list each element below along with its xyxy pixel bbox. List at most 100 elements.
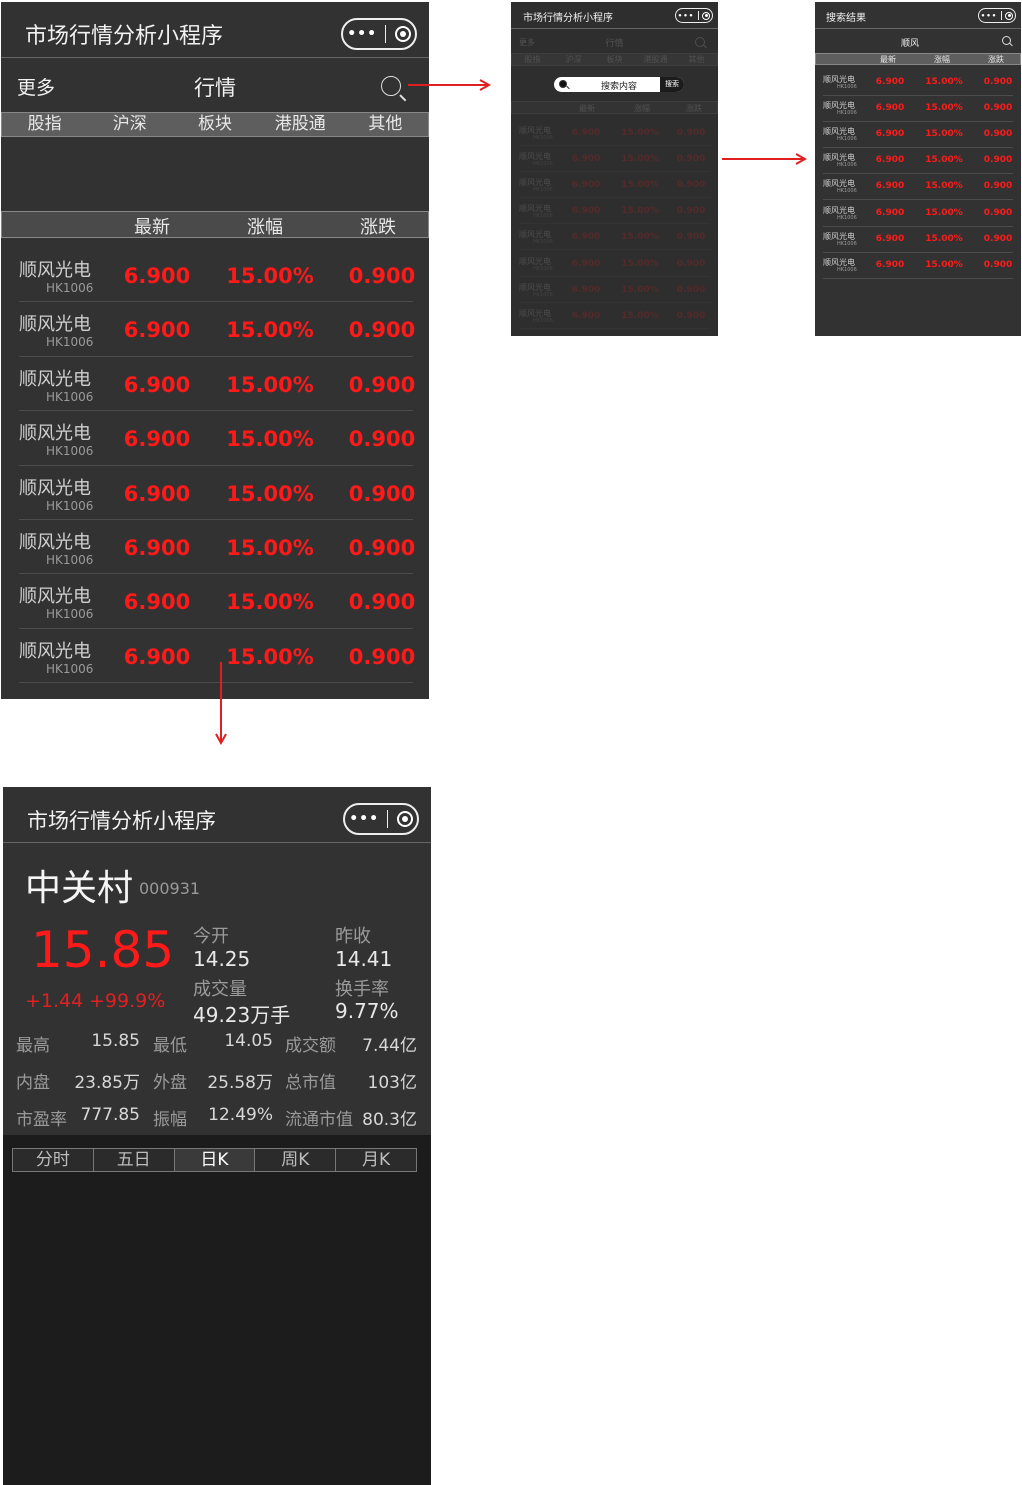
column-header: 最新 涨幅 涨跌 [1, 211, 429, 238]
col-change: 涨跌 [686, 104, 702, 113]
tab-index[interactable]: 股指 [2, 113, 87, 136]
nav-row: 更多 行情 [1, 58, 429, 112]
title-bar: 市场行情分析小程序 ••• [3, 787, 431, 843]
change-pct: 15.00% [621, 128, 659, 138]
change-pct: 15.00% [621, 154, 659, 165]
price-change: +1.44 [25, 990, 84, 1012]
stock-code: HK1006 [837, 84, 857, 90]
capsule-divider [697, 11, 699, 20]
change-pct: 15.00% [925, 259, 963, 270]
tab-shanghai-shenzhen[interactable]: 沪深 [87, 113, 172, 136]
col-change[interactable]: 涨跌 [338, 213, 418, 239]
search-query[interactable]: 顺风 [815, 36, 1005, 49]
tab-hk-connect[interactable]: 港股通 [258, 113, 343, 136]
stock-row[interactable]: 顺风光电 HK1006 6.900 15.00% 0.900 [1, 347, 429, 412]
search-input[interactable]: 搜索内容 [574, 79, 664, 92]
more-dots-icon[interactable]: ••• [347, 26, 377, 42]
mini-program-capsule[interactable]: ••• [343, 803, 419, 835]
more-dots-icon[interactable]: ••• [349, 811, 379, 827]
column-header: 最新 涨幅 涨跌 [815, 53, 1021, 65]
mini-program-capsule[interactable]: ••• [341, 18, 417, 50]
stock-row[interactable]: 顺风光电 HK1006 6.900 15.00% 0.900 [815, 144, 1021, 175]
stat-value: 7.44亿 [362, 1036, 417, 1056]
col-latest[interactable]: 最新 [868, 54, 908, 65]
stock-row[interactable]: 顺风光电 HK1006 6.900 15.00% 0.900 [511, 219, 718, 251]
close-circle-icon[interactable] [396, 811, 413, 827]
change-pct: 15.00% [621, 258, 659, 269]
prev-close-value: 14.41 [335, 947, 393, 971]
col-change-pct[interactable]: 涨幅 [922, 54, 962, 65]
col-latest[interactable]: 最新 [112, 213, 192, 239]
stock-row[interactable]: 顺风光电 HK1006 6.900 15.00% 0.900 [1, 619, 429, 684]
kline-tab[interactable]: 分时 [13, 1149, 94, 1171]
stock-row[interactable]: 顺风光电 HK1006 6.900 15.00% 0.900 [1, 292, 429, 357]
latest-price: 6.900 [123, 427, 191, 452]
stock-row[interactable]: 顺风光电 HK1006 6.900 15.00% 0.900 [1, 401, 429, 466]
latest-price: 6.900 [123, 481, 191, 506]
stock-row[interactable]: 顺风光电 HK1006 6.900 15.00% 0.900 [815, 170, 1021, 201]
change-amount: 0.900 [676, 128, 706, 138]
price-change-pct: +99.9% [89, 990, 166, 1012]
close-circle-icon[interactable] [702, 11, 711, 20]
latest-price: 6.900 [123, 536, 191, 560]
search-icon[interactable] [381, 76, 401, 96]
col-change[interactable]: 涨跌 [976, 54, 1016, 65]
stock-code: HK1006 [837, 240, 857, 247]
stock-row[interactable]: 顺风光电 HK1006 6.900 15.00% 0.900 [1, 564, 429, 629]
kline-tab[interactable]: 日K [174, 1149, 256, 1171]
close-circle-icon[interactable] [394, 26, 411, 42]
col-change-pct[interactable]: 涨幅 [225, 213, 305, 239]
close-circle-icon[interactable] [1005, 11, 1014, 20]
stock-code: HK1006 [533, 213, 553, 220]
stock-row[interactable]: 顺风光电 HK1006 6.900 15.00% 0.900 [511, 246, 718, 277]
stock-name: 顺风光电 [19, 314, 91, 336]
search-button[interactable]: 搜索 [660, 77, 684, 92]
volume-label: 成交量 [193, 979, 247, 1000]
mini-program-capsule[interactable]: ••• [978, 8, 1016, 23]
capsule-divider [1000, 11, 1002, 20]
change-amount: 0.900 [676, 180, 706, 191]
tab-other[interactable]: 其他 [343, 113, 428, 136]
kline-tab[interactable]: 月K [336, 1149, 416, 1171]
stock-row[interactable]: 顺风光电 HK1006 6.900 15.00% 0.900 [1, 510, 429, 575]
search-icon[interactable] [1002, 36, 1011, 45]
mini-program-capsule[interactable]: ••• [675, 8, 713, 23]
kline-tab[interactable]: 周K [255, 1149, 337, 1171]
stock-row[interactable]: 顺风光电 HK1006 6.900 15.00% 0.900 [511, 167, 718, 199]
more-dots-icon[interactable]: ••• [981, 12, 997, 20]
change-amount: 0.900 [676, 310, 706, 321]
tab-sector[interactable]: 板块 [172, 113, 257, 136]
stat-value: 15.85 [91, 1031, 140, 1051]
change-amount: 0.900 [348, 264, 416, 288]
stock-row[interactable]: 顺风光电 HK1006 6.900 15.00% 0.900 [511, 115, 718, 147]
column-header: 最新 涨幅 涨跌 [511, 101, 718, 114]
stock-row[interactable]: 顺风光电 HK1006 6.900 15.00% 0.900 [1, 456, 429, 520]
stock-code: HK1006 [837, 266, 857, 273]
stock-row[interactable]: 顺风光电 HK1006 6.900 15.00% 0.900 [511, 141, 718, 173]
title-bar: 市场行情分析小程序 ••• [1, 2, 429, 58]
stock-code: HK1006 [533, 135, 553, 141]
page-title: 搜索结果 [826, 13, 866, 24]
title-bar: 市场行情分析小程序 ••• [511, 2, 718, 29]
stock-row[interactable]: 顺风光电 HK1006 6.900 15.00% 0.900 [815, 66, 1021, 97]
page-title: 行情 [194, 76, 236, 100]
page-title: 行情 [605, 39, 624, 49]
stock-row[interactable]: 顺风光电 HK1006 6.900 15.00% 0.900 [511, 298, 718, 329]
latest-price: 6.900 [875, 103, 905, 114]
more-dots-icon[interactable]: ••• [678, 12, 694, 20]
search-bar[interactable]: 搜索内容 搜索 [554, 77, 684, 92]
latest-price: 6.900 [571, 258, 601, 269]
latest-price: 6.900 [571, 206, 601, 217]
stock-row[interactable]: 顺风光电 HK1006 6.900 15.00% 0.900 [815, 249, 1021, 279]
open-label: 今开 [193, 926, 229, 947]
stock-row[interactable]: 顺风光电 HK1006 6.900 15.00% 0.900 [815, 197, 1021, 227]
change-amount: 0.900 [676, 154, 706, 165]
stock-row[interactable]: 顺风光电 HK1006 6.900 15.00% 0.900 [815, 223, 1021, 253]
stock-row[interactable]: 顺风光电 HK1006 6.900 15.00% 0.900 [815, 118, 1021, 149]
stock-row[interactable]: 顺风光电 HK1006 6.900 15.00% 0.900 [815, 92, 1021, 123]
stock-row[interactable]: 顺风光电 HK1006 6.900 15.00% 0.900 [511, 193, 718, 225]
stock-row[interactable]: 顺风光电 HK1006 6.900 15.00% 0.900 [511, 272, 718, 303]
stock-row[interactable]: 顺风光电 HK1006 6.900 15.00% 0.900 [1, 238, 429, 303]
kline-tab[interactable]: 五日 [94, 1149, 175, 1171]
open-value: 14.25 [193, 947, 251, 971]
